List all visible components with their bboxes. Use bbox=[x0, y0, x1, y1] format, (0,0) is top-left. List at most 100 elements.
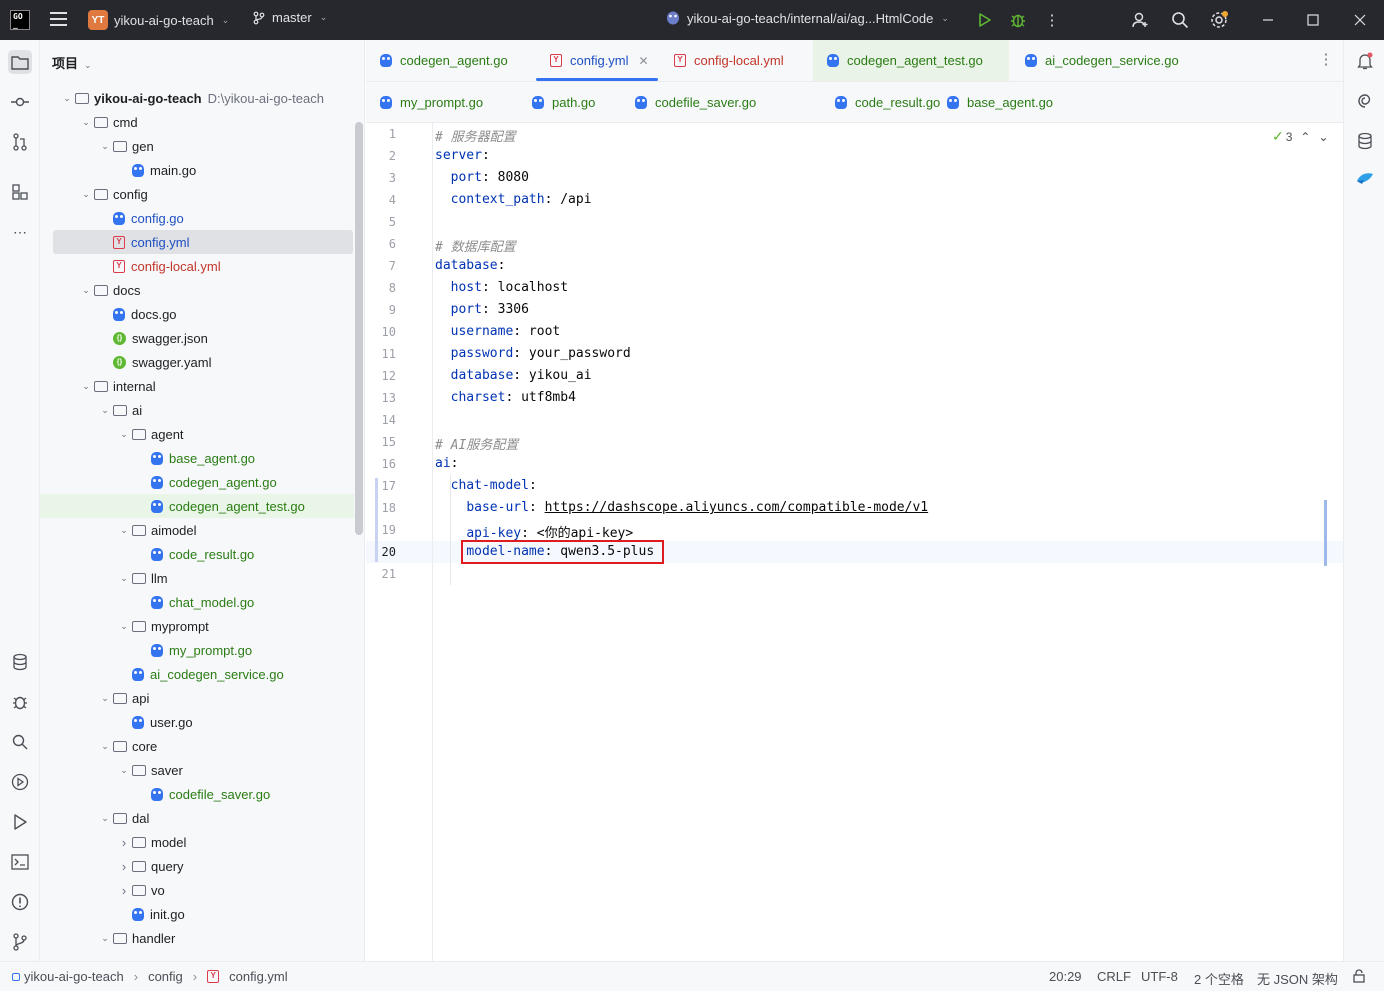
chevron-down-icon[interactable]: ⌄ bbox=[97, 405, 113, 416]
terminal-icon[interactable] bbox=[8, 850, 32, 874]
run-icon[interactable] bbox=[974, 10, 994, 30]
chevron-down-icon[interactable]: ⌄ bbox=[78, 285, 94, 296]
tree-folder-row[interactable]: ⌄ myprompt bbox=[40, 614, 354, 638]
tree-file-row[interactable]: chat_model.go bbox=[40, 590, 354, 614]
commit-icon[interactable] bbox=[8, 90, 32, 114]
editor-tab[interactable]: path.go bbox=[518, 82, 618, 122]
breadcrumb-item[interactable]: config.yml bbox=[229, 969, 288, 984]
ai-assistant-spiral-icon[interactable] bbox=[1354, 90, 1376, 112]
caret-position[interactable]: 20:29 bbox=[1049, 969, 1082, 984]
tree-folder-row[interactable]: ⌄ internal bbox=[40, 374, 354, 398]
tabs-more-icon[interactable]: ⋮ bbox=[1316, 50, 1336, 70]
bug-icon[interactable] bbox=[8, 690, 32, 714]
chevron-down-icon[interactable]: ⌄ bbox=[97, 813, 113, 824]
pull-requests-icon[interactable] bbox=[8, 130, 32, 154]
chevron-down-icon[interactable]: ⌄ bbox=[116, 765, 132, 776]
tree-folder-row[interactable]: ⌄ api bbox=[40, 686, 354, 710]
find-icon[interactable] bbox=[8, 730, 32, 754]
editor-tab[interactable]: Yconfig.yml ✕ bbox=[536, 40, 658, 81]
notifications-bell-icon[interactable] bbox=[1354, 50, 1376, 72]
main-menu-icon[interactable] bbox=[50, 12, 67, 27]
chevron-up-icon[interactable]: ⌃ bbox=[1300, 130, 1310, 144]
code-line[interactable]: base-url: https://dashscope.aliyuncs.com… bbox=[435, 500, 928, 515]
close-tab-icon[interactable]: ✕ bbox=[639, 54, 649, 68]
readonly-lock-icon[interactable] bbox=[1352, 969, 1366, 986]
chevron-down-icon[interactable]: ⌄ bbox=[116, 525, 132, 536]
chevron-down-icon[interactable]: ⌄ bbox=[1318, 130, 1328, 144]
tree-folder-row[interactable]: › query bbox=[40, 854, 354, 878]
more-horizontal-icon[interactable]: ⋯ bbox=[8, 220, 32, 244]
tree-folder-row[interactable]: ⌄ aimodel bbox=[40, 518, 354, 542]
code-line[interactable]: password: your_password bbox=[435, 346, 631, 361]
project-switcher[interactable]: YT yikou-ai-go-teach ⌄ bbox=[88, 10, 229, 30]
tree-file-row[interactable]: {} swagger.json bbox=[40, 326, 354, 350]
editor-tab[interactable]: ai_codegen_service.go bbox=[1011, 40, 1201, 81]
code-line[interactable]: host: localhost bbox=[435, 280, 568, 295]
code-line[interactable]: port: 3306 bbox=[435, 302, 529, 317]
tree-file-row[interactable]: ai_codegen_service.go bbox=[40, 662, 354, 686]
code-line[interactable]: port: 8080 bbox=[435, 170, 529, 185]
editor-tab[interactable]: my_prompt.go bbox=[366, 82, 516, 122]
project-tree-scrollbar[interactable] bbox=[355, 122, 363, 535]
minimize-icon[interactable] bbox=[1258, 10, 1278, 30]
code-line[interactable]: server: bbox=[435, 148, 490, 163]
copilot-plugin-icon[interactable] bbox=[1354, 168, 1376, 190]
chevron-down-icon[interactable]: ⌄ bbox=[78, 381, 94, 392]
code-line[interactable]: chat-model: bbox=[435, 478, 537, 493]
chevron-down-icon[interactable]: ⌄ bbox=[97, 693, 113, 704]
tree-folder-row[interactable]: ⌄ handler bbox=[40, 926, 354, 950]
code-line[interactable]: username: root bbox=[435, 324, 561, 339]
tree-folder-row[interactable]: ⌄ dal bbox=[40, 806, 354, 830]
run-config-selector[interactable]: yikou-ai-go-teach/internal/ai/ag...HtmlC… bbox=[665, 10, 949, 26]
chevron-down-icon[interactable]: ⌄ bbox=[116, 429, 132, 440]
more-vertical-icon[interactable]: ⋮ bbox=[1042, 10, 1062, 30]
chevron-down-icon[interactable]: ⌄ bbox=[116, 573, 132, 584]
tree-folder-row[interactable]: ⌄ agent bbox=[40, 422, 354, 446]
close-window-icon[interactable] bbox=[1350, 10, 1370, 30]
tree-folder-row[interactable]: ⌄ gen bbox=[40, 134, 354, 158]
tree-folder-row[interactable]: ⌄ ai bbox=[40, 398, 354, 422]
code-line[interactable]: database: yikou_ai bbox=[435, 368, 592, 383]
tree-file-row[interactable]: user.go bbox=[40, 710, 354, 734]
tree-file-row[interactable]: docs.go bbox=[40, 302, 354, 326]
structure-icon[interactable] bbox=[8, 180, 32, 204]
tree-file-row[interactable]: code_result.go bbox=[40, 542, 354, 566]
inspection-widget[interactable]: ✓ 3 ⌃ ⌄ bbox=[1272, 128, 1329, 145]
tree-folder-row[interactable]: ⌄ config bbox=[40, 182, 354, 206]
tree-folder-row[interactable]: ⌄ llm bbox=[40, 566, 354, 590]
database-icon[interactable] bbox=[8, 650, 32, 674]
indent-setting[interactable]: 2 个空格 bbox=[1194, 969, 1244, 988]
code-line[interactable]: ai: bbox=[435, 456, 458, 471]
code-line[interactable]: charset: utf8mb4 bbox=[435, 390, 576, 405]
editor-scroll-marker[interactable] bbox=[1324, 500, 1327, 566]
problems-icon[interactable] bbox=[8, 890, 32, 914]
project-folder-icon[interactable] bbox=[8, 50, 32, 74]
tree-file-row[interactable]: init.go bbox=[40, 902, 354, 926]
editor-tab[interactable]: codefile_saver.go bbox=[621, 82, 783, 122]
chevron-right-icon[interactable]: › bbox=[116, 859, 132, 874]
tree-file-row[interactable]: Yconfig-local.yml bbox=[40, 254, 354, 278]
editor-tab[interactable]: base_agent.go bbox=[933, 82, 1069, 122]
editor-tab[interactable]: Yconfig-local.yml bbox=[660, 40, 810, 81]
tree-file-row[interactable]: main.go bbox=[40, 158, 354, 182]
tree-file-row[interactable]: {} swagger.yaml bbox=[40, 350, 354, 374]
editor-tab[interactable]: codegen_agent_test.go bbox=[813, 40, 1009, 81]
search-icon[interactable] bbox=[1170, 10, 1190, 30]
chevron-down-icon[interactable]: ⌄ bbox=[116, 621, 132, 632]
vcs-branch-widget[interactable]: master ⌄ bbox=[252, 10, 327, 25]
run-tool-icon[interactable] bbox=[8, 810, 32, 834]
chevron-down-icon[interactable]: ⌄ bbox=[97, 933, 113, 944]
maximize-icon[interactable] bbox=[1303, 10, 1323, 30]
code-line[interactable]: database: bbox=[435, 258, 505, 273]
goland-logo-icon[interactable]: GO _ bbox=[10, 10, 30, 30]
tree-file-row[interactable]: Yconfig.yml bbox=[53, 230, 353, 254]
tree-folder-row[interactable]: ⌄ docs bbox=[40, 278, 354, 302]
chevron-right-icon[interactable]: › bbox=[116, 883, 132, 898]
settings-gear-icon[interactable] bbox=[1209, 10, 1229, 30]
tree-folder-row[interactable]: ⌄ yikou-ai-go-teach D:\yikou-ai-go-teach bbox=[40, 86, 354, 110]
tree-folder-row[interactable]: ⌄ core bbox=[40, 734, 354, 758]
code-line[interactable]: context_path: /api bbox=[435, 192, 592, 207]
breadcrumb-item[interactable]: config bbox=[148, 969, 183, 984]
line-separator[interactable]: CRLF bbox=[1097, 969, 1131, 984]
tree-folder-row[interactable]: › vo bbox=[40, 878, 354, 902]
